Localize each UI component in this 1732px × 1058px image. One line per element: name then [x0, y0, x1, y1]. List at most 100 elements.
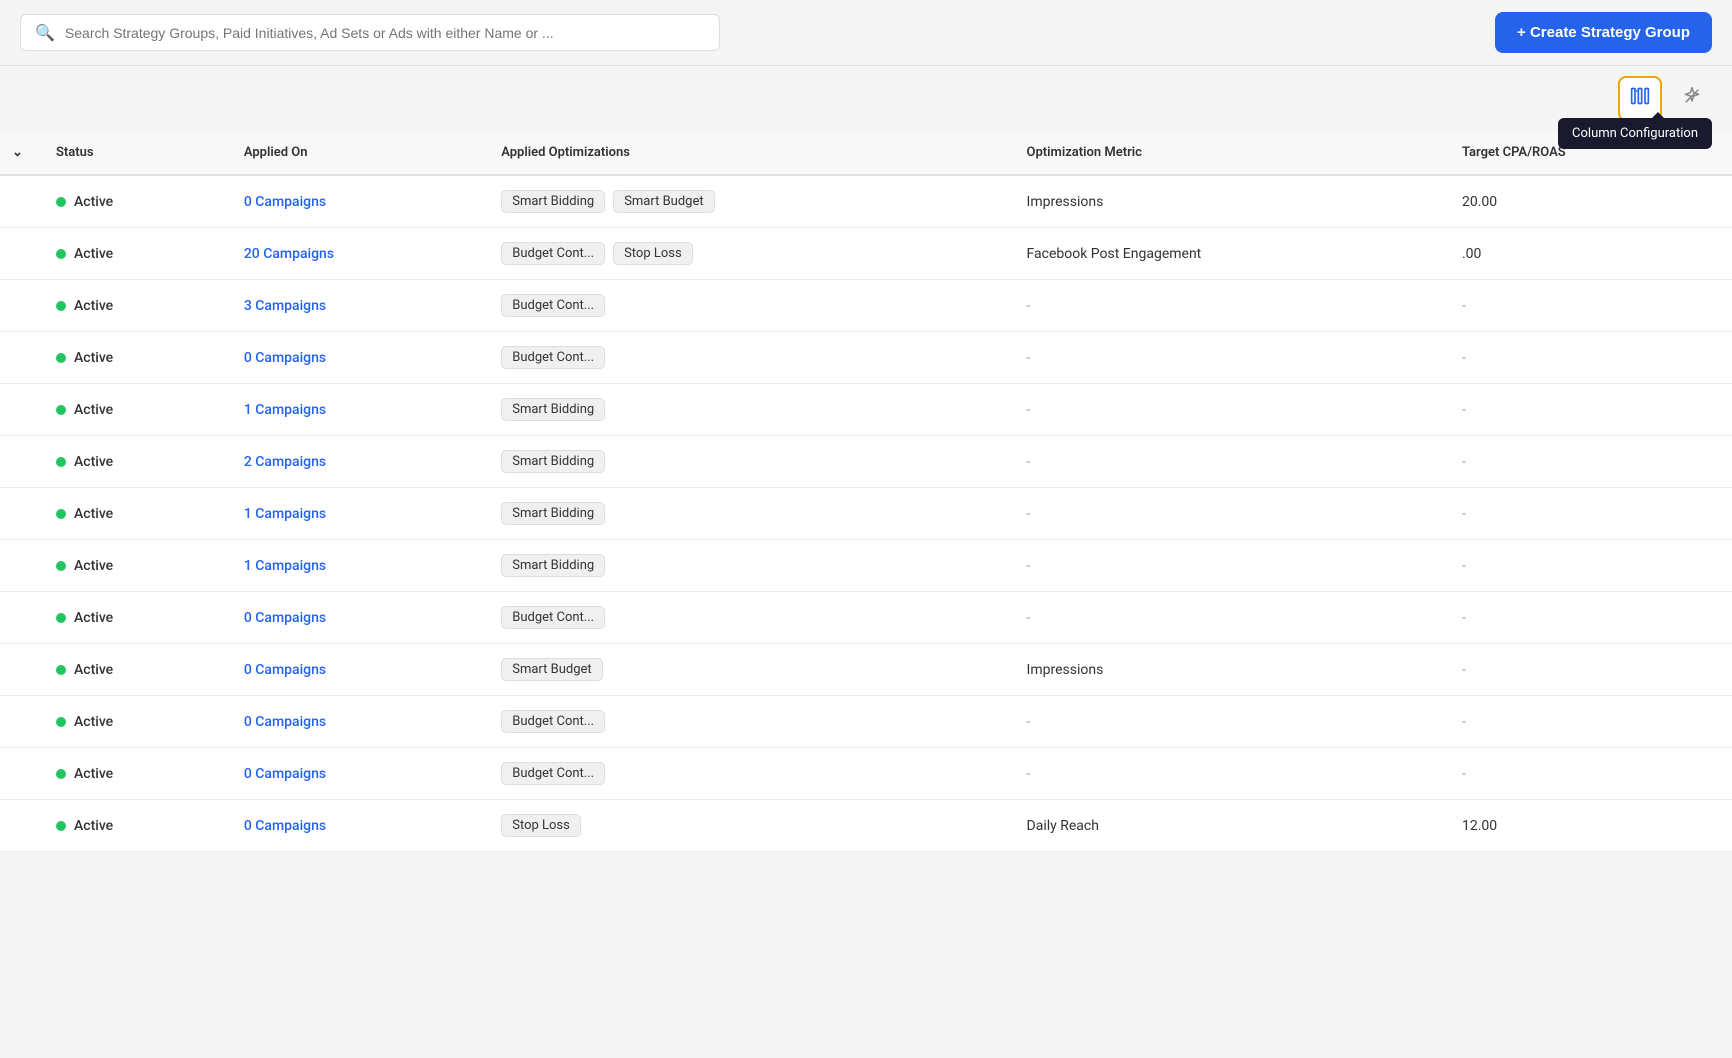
row-8-checkbox-cell: [0, 592, 40, 644]
data-table-container: ⌄ Status Applied On Applied Optimization…: [0, 131, 1732, 852]
strategy-groups-table: ⌄ Status Applied On Applied Optimization…: [0, 131, 1732, 852]
row-0-optimizations: Smart Bidding Smart Budget: [485, 175, 1010, 228]
row-11-status: Active: [40, 748, 228, 800]
table-row: Active0 CampaignsBudget Cont...--: [0, 592, 1732, 644]
search-icon: 🔍: [35, 23, 55, 42]
col-header-applied-on[interactable]: Applied On: [228, 131, 485, 175]
row-7-status: Active: [40, 540, 228, 592]
campaigns-link[interactable]: 3 Campaigns: [244, 298, 326, 314]
row-9-applied-on[interactable]: 0 Campaigns: [228, 644, 485, 696]
row-10-status: Active: [40, 696, 228, 748]
chevron-down-icon: ⌄: [12, 145, 23, 160]
status-label: Active: [74, 246, 113, 262]
campaigns-link[interactable]: 0 Campaigns: [244, 350, 326, 366]
table-header-row: ⌄ Status Applied On Applied Optimization…: [0, 131, 1732, 175]
row-12-applied-on[interactable]: 0 Campaigns: [228, 800, 485, 852]
row-5-applied-on[interactable]: 2 Campaigns: [228, 436, 485, 488]
row-1-optimizations: Budget Cont...Stop Loss: [485, 228, 1010, 280]
campaigns-link[interactable]: 0 Campaigns: [244, 662, 326, 678]
column-config-button[interactable]: [1618, 76, 1662, 121]
row-0-checkbox-cell: [0, 175, 40, 228]
create-strategy-group-button[interactable]: + Create Strategy Group: [1495, 12, 1712, 53]
row-6-status: Active: [40, 488, 228, 540]
table-row: Active0 CampaignsStop LossDaily Reach12.…: [0, 800, 1732, 852]
active-dot: [56, 509, 66, 519]
active-dot: [56, 717, 66, 727]
optimization-tag: Smart Budget: [501, 658, 602, 681]
row-9-optimization-metric: Impressions: [1011, 644, 1446, 696]
row-12-status: Active: [40, 800, 228, 852]
row-2-applied-on[interactable]: 3 Campaigns: [228, 280, 485, 332]
optimization-tag: Smart Budget: [613, 190, 714, 213]
campaigns-link[interactable]: 0 Campaigns: [244, 194, 326, 210]
status-label: Active: [74, 194, 113, 210]
campaigns-link[interactable]: 0 Campaigns: [244, 610, 326, 626]
optimization-tag: Smart Bidding: [501, 190, 605, 213]
col-header-applied-optimizations[interactable]: Applied Optimizations: [485, 131, 1010, 175]
magic-wand-button[interactable]: [1672, 78, 1712, 119]
col-header-target[interactable]: Target CPA/ROAS: [1446, 131, 1732, 175]
status-label: Active: [74, 610, 113, 626]
row-12-optimizations: Stop Loss: [485, 800, 1010, 852]
row-1-checkbox-cell: [0, 228, 40, 280]
campaigns-link[interactable]: 20 Campaigns: [244, 246, 334, 262]
campaigns-link[interactable]: 0 Campaigns: [244, 818, 326, 834]
table-row: Active1 CampaignsSmart Bidding--: [0, 488, 1732, 540]
row-4-checkbox-cell: [0, 384, 40, 436]
active-dot: [56, 353, 66, 363]
status-label: Active: [74, 298, 113, 314]
table-row: Active 20 Campaigns Budget Cont...Stop Los…: [0, 228, 1732, 280]
row-9-optimizations: Smart Budget: [485, 644, 1010, 696]
search-input[interactable]: [65, 25, 705, 41]
table-row: Active 0 Campaigns Smart Budget Impressions…: [0, 644, 1732, 696]
optimization-tag: Smart Bidding: [501, 502, 605, 525]
active-dot: [56, 197, 66, 207]
row-5-optimizations: Smart Bidding: [485, 436, 1010, 488]
optimization-tag: Smart Bidding: [501, 450, 605, 473]
status-label: Active: [74, 818, 113, 834]
row-0-applied-on[interactable]: 0 Campaigns: [228, 175, 485, 228]
row-6-applied-on[interactable]: 1 Campaigns: [228, 488, 485, 540]
row-7-applied-on[interactable]: 1 Campaigns: [228, 540, 485, 592]
row-10-optimizations: Budget Cont...: [485, 696, 1010, 748]
active-dot: [56, 301, 66, 311]
col-header-optimization-metric[interactable]: Optimization Metric: [1011, 131, 1446, 175]
row-4-optimizations: Smart Bidding: [485, 384, 1010, 436]
table-row: Active3 CampaignsBudget Cont...--: [0, 280, 1732, 332]
optimization-tag: Stop Loss: [501, 814, 581, 837]
row-5-target: -: [1446, 436, 1732, 488]
status-label: Active: [74, 402, 113, 418]
row-0-target: 20.00: [1446, 175, 1732, 228]
status-label: Active: [74, 766, 113, 782]
row-2-target: -: [1446, 280, 1732, 332]
campaigns-link[interactable]: 1 Campaigns: [244, 558, 326, 574]
campaigns-link[interactable]: 2 Campaigns: [244, 454, 326, 470]
campaigns-link[interactable]: 0 Campaigns: [244, 766, 326, 782]
active-dot: [56, 821, 66, 831]
active-dot: [56, 561, 66, 571]
row-9-status: Active: [40, 644, 228, 696]
table-row: Active2 CampaignsSmart Bidding--: [0, 436, 1732, 488]
row-4-applied-on[interactable]: 1 Campaigns: [228, 384, 485, 436]
row-10-applied-on[interactable]: 0 Campaigns: [228, 696, 485, 748]
status-label: Active: [74, 558, 113, 574]
active-dot: [56, 665, 66, 675]
campaigns-link[interactable]: 1 Campaigns: [244, 402, 326, 418]
row-1-applied-on[interactable]: 20 Campaigns: [228, 228, 485, 280]
row-11-target: -: [1446, 748, 1732, 800]
optimization-tag: Stop Loss: [613, 242, 693, 265]
status-label: Active: [74, 506, 113, 522]
row-3-applied-on[interactable]: 0 Campaigns: [228, 332, 485, 384]
campaigns-link[interactable]: 0 Campaigns: [244, 714, 326, 730]
row-1-target: .00: [1446, 228, 1732, 280]
col-header-status[interactable]: Status: [40, 131, 228, 175]
active-dot: [56, 249, 66, 259]
row-1-status: Active: [40, 228, 228, 280]
table-row: Active1 CampaignsSmart Bidding--: [0, 384, 1732, 436]
row-2-optimization-metric: -: [1011, 280, 1446, 332]
campaigns-link[interactable]: 1 Campaigns: [244, 506, 326, 522]
row-8-applied-on[interactable]: 0 Campaigns: [228, 592, 485, 644]
row-9-checkbox-cell: [0, 644, 40, 696]
row-11-applied-on[interactable]: 0 Campaigns: [228, 748, 485, 800]
row-7-optimizations: Smart Bidding: [485, 540, 1010, 592]
